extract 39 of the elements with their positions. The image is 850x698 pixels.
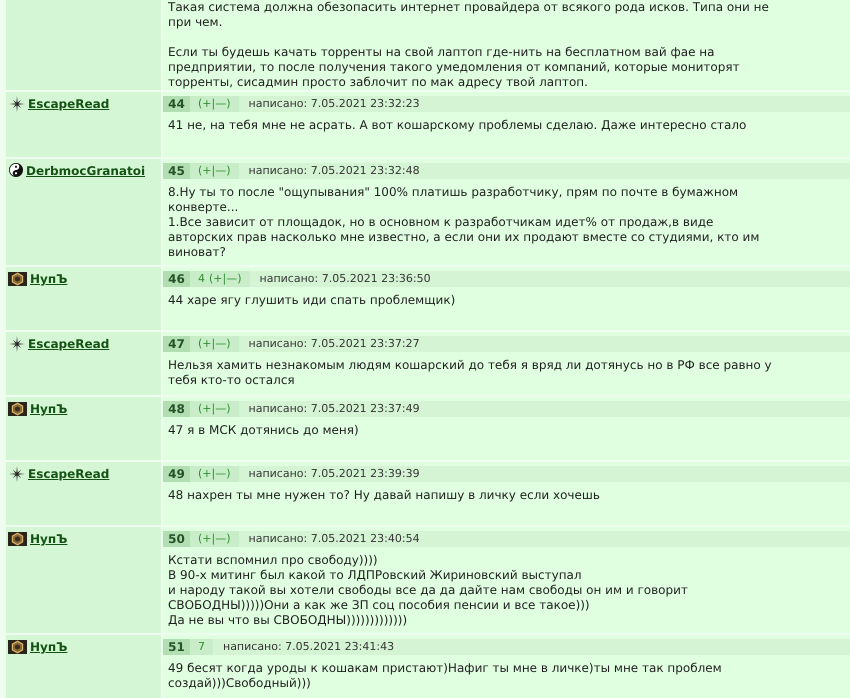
post-number: 46 — [163, 271, 190, 287]
post-date: написано: 7.05.2021 23:41:43 — [223, 639, 394, 655]
post-number: 51 — [163, 639, 190, 655]
post-text: 49 бесят когда уроды к кошакам пристают)Нафиг ты мне в личке)ты мне так проблем создай)))Свободный))) — [167, 661, 723, 691]
post-number: 45 — [163, 163, 190, 179]
post-number: 47 — [163, 336, 190, 352]
post-number: 49 — [163, 466, 190, 482]
star-icon — [9, 336, 25, 352]
post-number: 48 — [163, 401, 190, 417]
post-date: написано: 7.05.2021 23:37:49 — [248, 401, 420, 417]
post-text: Нельзя хамить незнакомым людям кошарский до тебя я вряд ли дотянусь но в РФ все равно у тебя кто-то остался — [167, 358, 773, 388]
star-icon — [9, 466, 25, 482]
author-link[interactable]: НупЪ — [30, 531, 68, 547]
post-date: написано: 7.05.2021 23:40:54 — [248, 531, 420, 547]
post-text: 41 не, на тебя мне не асрать. А вот кошарскому проблемы сделаю. Даже интересно стало — [167, 118, 748, 133]
post-text: 44 харе ягу глушить иди спать проблемщик) — [167, 293, 456, 308]
post-text: 8.Ну ты то после "ощупывания" 100% платишь разработчику, прям по почте в бумажном конверте... 1.Все зависит от площадок, но в основном к разработчикам идет% от продаж,в виде авторских прав насколько мне известно, а если они их продают вместе со студиями, кто им виноват? — [167, 185, 760, 260]
post-number: 50 — [163, 531, 190, 547]
author-link[interactable]: EscapeRead — [28, 336, 110, 352]
post-date: написано: 7.05.2021 23:36:50 — [260, 271, 431, 287]
post-text: 47 я в МСК дотянись до меня) — [167, 423, 360, 438]
author-link[interactable]: НупЪ — [30, 639, 68, 655]
rating-score: 7 — [198, 639, 205, 655]
post-date: написано: 7.05.2021 23:39:39 — [248, 466, 420, 482]
star-icon — [9, 96, 25, 112]
yin-yang-icon — [9, 163, 23, 177]
post-date: написано: 7.05.2021 23:32:48 — [248, 163, 420, 179]
rating-score: 4 — [198, 271, 205, 287]
post-date: написано: 7.05.2021 23:32:23 — [248, 96, 420, 112]
author-link[interactable]: EscapeRead — [28, 466, 110, 482]
author-link[interactable]: НупЪ — [30, 271, 68, 287]
post-number: 44 — [163, 96, 190, 112]
post-date: написано: 7.05.2021 23:37:27 — [248, 336, 420, 352]
author-link[interactable]: EscapeRead — [28, 96, 110, 112]
author-link[interactable]: DerbmocGranatoi — [26, 163, 146, 179]
post-text: Кстати вспомнил про свободу)))) В 90-х митинг был какой то ЛДПРовский Жириновский выступал и народу такой вы хотели свободы все да да дайте нам свободы он им и говорит СВОБОДНЫ)))))Они а как же ЗП соц пособия пенсии и все такое))) Да не вы что вы СВОБОДНЫ))))))))))))) — [167, 553, 689, 628]
author-link[interactable]: НупЪ — [30, 401, 68, 417]
post-text: Такая система должна обезопасить интернет провайдера от всякого рода исков. Типа они не при чем. Если ты будешь качать торренты на свой лаптоп где-нить на бесплатном вай фае на предприятии, то после получения такого умедомления от компаний, которые мониторят торренты, сисадмин просто заблочит по мак адресу твой лаптоп. — [167, 0, 770, 90]
post-text: 48 нахрен ты мне нужен то? Ну давай напишу в личку если хочешь — [167, 488, 601, 503]
